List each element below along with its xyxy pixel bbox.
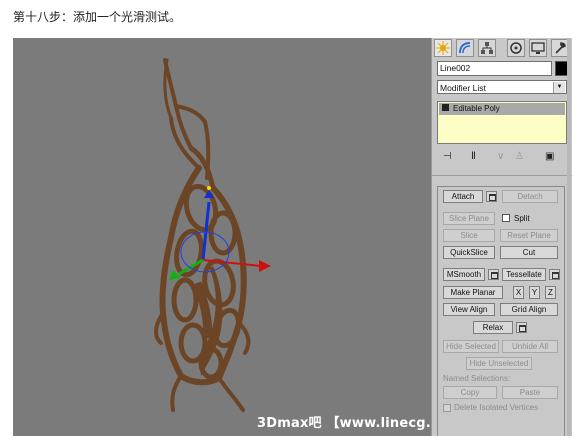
planar-x-button[interactable]: X <box>513 286 524 299</box>
command-panel-tabs <box>434 39 570 58</box>
edit-geometry-rollout: Attach Detach Slice Plane Split Slice Re… <box>437 186 565 436</box>
paste-button[interactable]: Paste <box>502 386 558 399</box>
copy-button[interactable]: Copy <box>443 386 497 399</box>
modifier-stack[interactable]: Editable Poly <box>437 101 567 144</box>
split-label: Split <box>514 214 530 223</box>
hide-selected-button[interactable]: Hide Selected <box>443 340 499 353</box>
step-caption: 第十八步：添加一个光滑测试。 <box>13 10 182 24</box>
unhide-all-button[interactable]: Unhide All <box>502 340 558 353</box>
utilities-icon <box>555 42 566 54</box>
object-name-field[interactable]: Line002 <box>437 61 552 76</box>
configure-sets-icon[interactable]: ▣ <box>545 151 554 162</box>
stack-item-label: Editable Poly <box>453 104 500 113</box>
make-unique-icon[interactable]: ∨ <box>497 151 504 162</box>
chevron-down-icon: ▼ <box>553 82 565 93</box>
delete-isolated-checkbox[interactable] <box>443 404 451 412</box>
named-selections-label: Named Selections: <box>443 374 511 383</box>
quickslice-button[interactable]: QuickSlice <box>443 246 495 259</box>
msmooth-settings-icon[interactable] <box>488 269 499 280</box>
hierarchy-icon <box>481 42 493 54</box>
motion-icon <box>510 42 522 54</box>
planar-z-button[interactable]: Z <box>545 286 556 299</box>
show-end-result-icon[interactable]: Ⅱ <box>471 151 476 162</box>
grid-align-button[interactable]: Grid Align <box>500 303 558 316</box>
display-tab[interactable] <box>529 39 547 57</box>
remove-modifier-icon[interactable]: ♙ <box>515 151 524 162</box>
organic-mesh-model <box>154 58 271 412</box>
reset-plane-button[interactable]: Reset Plane <box>500 229 558 242</box>
divider <box>432 175 572 176</box>
relax-settings-icon[interactable] <box>516 322 527 333</box>
expand-icon[interactable] <box>442 104 449 112</box>
tessellate-button[interactable]: Tessellate <box>502 268 546 281</box>
modify-icon <box>459 42 471 54</box>
stack-item-editable-poly[interactable]: Editable Poly <box>439 103 565 115</box>
detach-button[interactable]: Detach <box>502 190 558 203</box>
planar-y-button[interactable]: Y <box>529 286 540 299</box>
slice-plane-button[interactable]: Slice Plane <box>443 212 495 225</box>
relax-button[interactable]: Relax <box>473 321 513 334</box>
modifier-list-dropdown[interactable]: Modifier List ▼ <box>437 80 567 94</box>
modifier-list-label: Modifier List <box>440 83 486 93</box>
create-icon <box>436 41 450 55</box>
command-panel-scrollbar[interactable] <box>567 38 571 436</box>
tessellate-settings-icon[interactable] <box>549 269 560 280</box>
hierarchy-tab[interactable] <box>478 39 496 57</box>
split-checkbox[interactable] <box>502 214 510 222</box>
pin-stack-icon[interactable]: ⊣ <box>443 151 452 162</box>
modify-tab[interactable] <box>456 39 474 57</box>
attach-list-icon[interactable] <box>486 191 497 202</box>
cut-button[interactable]: Cut <box>500 246 558 259</box>
slice-button[interactable]: Slice <box>443 229 495 242</box>
display-icon <box>531 42 545 54</box>
attach-button[interactable]: Attach <box>443 190 483 203</box>
delete-isolated-label: Delete Isolated Vertices <box>454 403 539 412</box>
hide-unselected-button[interactable]: Hide Unselected <box>466 357 532 370</box>
msmooth-button[interactable]: MSmooth <box>443 268 485 281</box>
view-align-button[interactable]: View Align <box>443 303 495 316</box>
stack-toolbar: ⊣ Ⅱ ∨ ♙ ▣ <box>437 150 567 166</box>
watermark-text: 3Dmax吧 【www.linecg.com/tieba/1771】 <box>257 416 431 431</box>
create-tab[interactable] <box>434 39 452 57</box>
make-planar-button[interactable]: Make Planar <box>443 286 503 299</box>
perspective-viewport[interactable]: 3Dmax吧 【www.linecg.com/tieba/1771】 <box>13 38 431 436</box>
motion-tab[interactable] <box>507 39 525 57</box>
command-panel: Line002 Modifier List ▼ Editable Poly ⊣ … <box>431 38 572 436</box>
